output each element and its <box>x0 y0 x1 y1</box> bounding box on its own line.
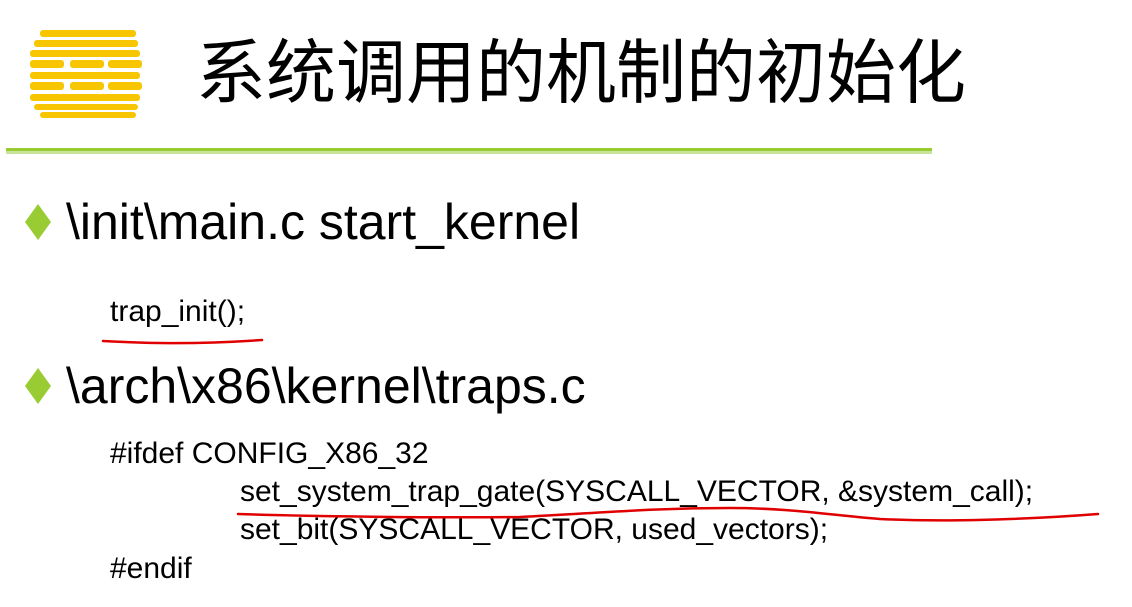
logo-icon <box>30 30 142 118</box>
title-divider <box>6 148 932 154</box>
code-line: set_bit(SYSCALL_VECTOR, used_vectors); <box>240 513 829 546</box>
code-line: #endif <box>110 552 192 585</box>
diamond-bullet-icon <box>20 192 56 248</box>
bullet-label: \init\main.c start_kernel <box>66 194 581 250</box>
diamond-bullet-icon <box>20 356 56 412</box>
code-line: trap_init(); <box>110 295 246 328</box>
bullet-item-main-c: \init\main.c start_kernel <box>20 192 580 252</box>
code-line: set_system_trap_gate(SYSCALL_VECTOR, &sy… <box>240 475 1034 508</box>
bullet-item-traps-c: \arch\x86\kernel\traps.c <box>20 356 586 416</box>
code-line: #ifdef CONFIG_X86_32 <box>110 437 429 470</box>
slide-title: 系统调用的机制的初始化 <box>196 32 966 114</box>
bullet-label: \arch\x86\kernel\traps.c <box>66 358 586 414</box>
